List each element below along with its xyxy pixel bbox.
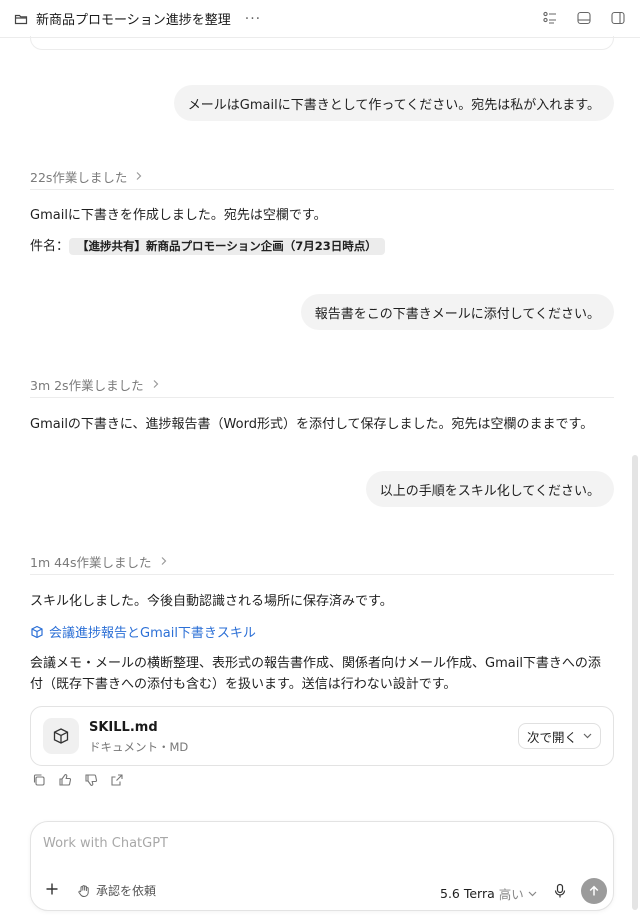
user-message: 以上の手順をスキル化してください。 — [365, 471, 614, 507]
worked-label: 22s作業しました — [30, 170, 128, 185]
file-card[interactable]: SKILL.md ドキュメント・MD 次で開く — [30, 706, 614, 766]
worked-toggle[interactable]: 1m 44s作業しました — [30, 549, 614, 575]
hand-icon — [77, 884, 91, 898]
worked-label: 3m 2s作業しました — [30, 378, 144, 393]
model-name: 5.6 Terra — [440, 886, 495, 901]
assistant-text: スキル化しました。今後自動認識される場所に保存済みです。 — [30, 594, 393, 609]
user-message: メールはGmailに下書きとして作ってください。宛先は私が入れます。 — [173, 85, 614, 121]
worked-toggle[interactable]: 22s作業しました — [30, 164, 614, 190]
approval-request-button[interactable]: 承認を依頼 — [77, 882, 156, 899]
worked-label: 1m 44s作業しました — [30, 555, 152, 570]
composer: Work with ChatGPT 承認を依頼 5.6 Terra 高い — [30, 821, 614, 911]
chevron-right-icon — [135, 169, 143, 184]
description-line: 付（既存下書きへの添付も含む）を扱います。送信は行わない設計です。 — [30, 677, 457, 692]
page-title: 新商品プロモーション進捗を整理 — [36, 13, 231, 28]
folder-icon — [14, 12, 28, 26]
list-checks-icon[interactable] — [542, 10, 558, 26]
share-icon[interactable] — [110, 773, 124, 787]
chevron-down-icon — [583, 733, 592, 739]
panel-bottom-icon[interactable] — [576, 10, 592, 26]
skill-link-label: 会議進捗報告とGmail下書きスキル — [49, 626, 256, 641]
plus-icon[interactable] — [45, 882, 59, 896]
copy-icon[interactable] — [32, 773, 46, 787]
file-name: SKILL.md — [89, 720, 158, 735]
skill-link[interactable]: 会議進捗報告とGmail下書きスキル — [30, 622, 256, 641]
previous-card-edge — [30, 36, 614, 50]
top-bar: 新商品プロモーション進捗を整理 ··· — [0, 0, 640, 38]
subject-line: 件名： 【進捗共有】新商品プロモーション企画（7月23日時点） — [30, 236, 614, 257]
assistant-text: Gmailの下書きに、進捗報告書（Word形式）を添付して保存しました。宛先は空… — [30, 417, 594, 432]
worked-toggle[interactable]: 3m 2s作業しました — [30, 372, 614, 398]
message-input[interactable]: Work with ChatGPT — [43, 836, 168, 851]
subject-label: 件名： — [30, 239, 70, 254]
scrollbar[interactable] — [632, 455, 638, 910]
send-button[interactable] — [581, 878, 607, 904]
user-message: 報告書をこの下書きメールに添付してください。 — [300, 294, 614, 330]
open-with-button[interactable]: 次で開く — [517, 723, 601, 749]
chevron-right-icon — [152, 377, 160, 392]
chevron-down-icon — [528, 891, 537, 897]
microphone-icon[interactable] — [553, 883, 567, 899]
description-line: 会議メモ・メールの横断整理、表形式の報告書作成、関係者向けメール作成、Gmail… — [30, 656, 601, 671]
file-type: ドキュメント・MD — [89, 740, 189, 754]
subject-chip: 【進捗共有】新商品プロモーション企画（7月23日時点） — [69, 238, 385, 255]
model-selector[interactable]: 5.6 Terra 高い — [440, 884, 537, 903]
cube-icon — [30, 625, 44, 639]
thumbs-down-icon[interactable] — [84, 773, 98, 787]
panel-right-icon[interactable] — [610, 10, 626, 26]
chevron-right-icon — [160, 554, 168, 569]
assistant-text: 会議メモ・メールの横断整理、表形式の報告書作成、関係者向けメール作成、Gmail… — [30, 653, 614, 695]
arrow-up-icon — [588, 885, 600, 897]
message-actions — [32, 773, 124, 787]
approval-label: 承認を依頼 — [96, 884, 157, 898]
reasoning-level: 高い — [498, 887, 524, 902]
more-options-button[interactable]: ··· — [245, 11, 261, 27]
open-with-label: 次で開く — [526, 729, 577, 745]
thumbs-up-icon[interactable] — [58, 773, 72, 787]
cube-icon — [43, 718, 79, 754]
assistant-text: Gmailに下書きを作成しました。宛先は空欄です。 — [30, 208, 327, 223]
